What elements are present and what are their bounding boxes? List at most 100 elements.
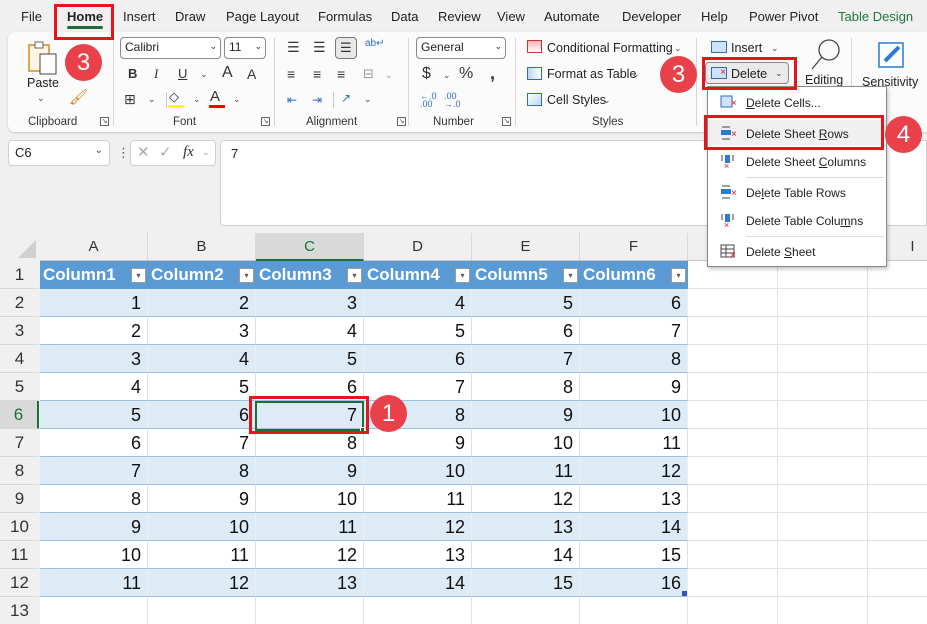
menu-item-delete-cells[interactable]: × Delete Cells...	[708, 89, 886, 115]
row-header-7[interactable]: 7	[0, 429, 39, 457]
underline-button[interactable]: U	[178, 67, 187, 80]
underline-dropdown-icon[interactable]: ⌄	[200, 70, 208, 79]
row-header-3[interactable]: 3	[0, 317, 39, 345]
tab-insert[interactable]: Insert	[123, 9, 156, 24]
table-cell[interactable]: 8	[472, 373, 580, 401]
table-cell[interactable]: 14	[364, 569, 472, 597]
number-format-dropdown[interactable]: General ⌄	[416, 37, 506, 59]
table-cell[interactable]: 13	[472, 513, 580, 541]
empty-cell[interactable]	[688, 289, 778, 317]
table-cell[interactable]: 8	[580, 345, 688, 373]
table-cell[interactable]: 10	[364, 457, 472, 485]
filter-dropdown-icon[interactable]: ▾	[239, 268, 254, 283]
empty-cell[interactable]	[688, 597, 778, 624]
empty-cell[interactable]	[778, 569, 868, 597]
row-header-6[interactable]: 6	[0, 401, 39, 429]
column-header-f[interactable]: F	[580, 233, 688, 261]
borders-dropdown-icon[interactable]: ⌄	[148, 95, 156, 104]
row-header-12[interactable]: 12	[0, 569, 39, 597]
table-cell[interactable]: 12	[580, 457, 688, 485]
empty-cell[interactable]	[778, 597, 868, 624]
select-all-button[interactable]	[0, 233, 39, 261]
insert-function-icon[interactable]: fx	[183, 145, 194, 160]
empty-cell[interactable]	[688, 429, 778, 457]
table-cell[interactable]: 6	[148, 401, 256, 429]
row-header-1[interactable]: 1	[0, 261, 39, 289]
empty-cell[interactable]	[40, 597, 148, 624]
tab-data[interactable]: Data	[391, 9, 418, 24]
tab-page-layout[interactable]: Page Layout	[226, 9, 299, 24]
empty-cell[interactable]	[778, 373, 868, 401]
empty-cell[interactable]	[868, 401, 927, 429]
table-cell[interactable]: 10	[580, 401, 688, 429]
clipboard-dialog-launcher[interactable]: ↘	[100, 117, 109, 126]
middle-align-icon[interactable]: ☰	[313, 40, 326, 54]
table-cell[interactable]: 4	[40, 373, 148, 401]
decrease-font-size-button[interactable]: A	[247, 67, 256, 81]
row-header-9[interactable]: 9	[0, 485, 39, 513]
wrap-text-icon[interactable]: ab↵	[365, 39, 385, 49]
row-header-10[interactable]: 10	[0, 513, 39, 541]
tab-review[interactable]: Review	[438, 9, 481, 24]
table-cell[interactable]: 7	[148, 429, 256, 457]
font-color-dropdown-icon[interactable]: ⌄	[233, 95, 241, 104]
table-cell[interactable]: 5	[472, 289, 580, 317]
table-cell[interactable]: 16	[580, 569, 688, 597]
empty-cell[interactable]	[688, 457, 778, 485]
tab-table-design[interactable]: Table Design	[838, 9, 913, 24]
bottom-align-icon[interactable]: ☰	[335, 37, 357, 59]
empty-cell[interactable]	[688, 485, 778, 513]
table-cell[interactable]: 10	[148, 513, 256, 541]
table-cell[interactable]: 15	[580, 541, 688, 569]
column-header-c[interactable]: C	[256, 233, 364, 261]
table-cell[interactable]: 1	[40, 289, 148, 317]
enter-icon[interactable]: ✓	[159, 145, 172, 160]
filter-dropdown-icon[interactable]: ▾	[455, 268, 470, 283]
menu-item-delete-sheet[interactable]: × Delete Sheet	[708, 238, 886, 264]
table-cell[interactable]: 11	[580, 429, 688, 457]
table-cell[interactable]: 12	[148, 569, 256, 597]
table-cell[interactable]: 9	[148, 485, 256, 513]
table-cell[interactable]: 9	[472, 401, 580, 429]
cancel-icon[interactable]: ✕	[137, 145, 150, 160]
empty-cell[interactable]	[778, 317, 868, 345]
number-dialog-launcher[interactable]: ↘	[502, 117, 511, 126]
top-align-icon[interactable]: ☰	[287, 40, 300, 54]
orientation-dropdown-icon[interactable]: ⌄	[364, 95, 372, 104]
table-cell[interactable]: 12	[256, 541, 364, 569]
table-cell[interactable]: 3	[40, 345, 148, 373]
filter-dropdown-icon[interactable]: ▾	[347, 268, 362, 283]
column-header-a[interactable]: A	[40, 233, 148, 261]
empty-cell[interactable]	[148, 597, 256, 624]
table-cell[interactable]: 6	[472, 317, 580, 345]
merge-dropdown-icon[interactable]: ⌄	[385, 71, 393, 80]
table-cell[interactable]: 13	[580, 485, 688, 513]
tab-view[interactable]: View	[497, 9, 525, 24]
table-cell[interactable]: 9	[256, 457, 364, 485]
empty-cell[interactable]	[868, 485, 927, 513]
currency-button[interactable]: $	[422, 66, 431, 82]
empty-cell[interactable]	[868, 513, 927, 541]
table-cell[interactable]: 10	[472, 429, 580, 457]
empty-cell[interactable]	[778, 541, 868, 569]
borders-icon[interactable]: ⊞	[124, 92, 136, 106]
table-cell[interactable]: 14	[472, 541, 580, 569]
empty-cell[interactable]	[868, 429, 927, 457]
table-cell[interactable]: 5	[40, 401, 148, 429]
align-center-icon[interactable]: ≡	[313, 67, 321, 81]
tab-developer[interactable]: Developer	[622, 9, 681, 24]
table-cell[interactable]: 11	[472, 457, 580, 485]
empty-cell[interactable]	[688, 373, 778, 401]
empty-cell[interactable]	[778, 429, 868, 457]
font-name-dropdown[interactable]: Calibri ⌄	[120, 37, 221, 59]
table-resize-handle[interactable]	[682, 591, 687, 596]
italic-button[interactable]: I	[154, 67, 158, 80]
empty-cell[interactable]	[778, 513, 868, 541]
chevron-down-icon[interactable]: ⌄	[202, 148, 210, 157]
increase-decimal-button[interactable]: ←.0.00	[420, 92, 437, 109]
fill-color-icon[interactable]: ◇	[169, 90, 179, 103]
empty-cell[interactable]	[868, 597, 927, 624]
row-header-5[interactable]: 5	[0, 373, 39, 401]
row-header-11[interactable]: 11	[0, 541, 39, 569]
format-painter-icon[interactable]: 🖌	[69, 90, 88, 105]
